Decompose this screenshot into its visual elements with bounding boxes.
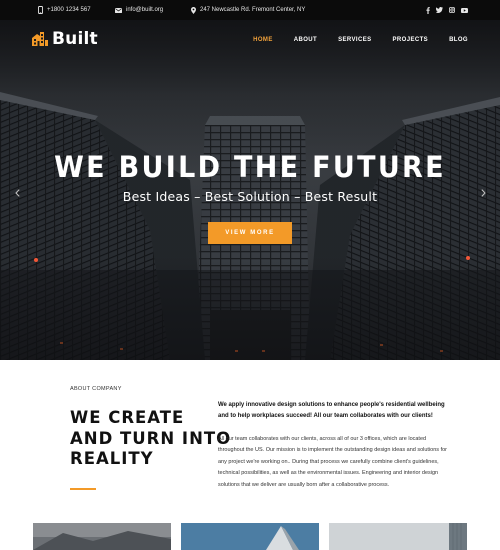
project-thumbnail[interactable] [181,523,319,550]
nav-item-blog[interactable]: BLOG [449,37,468,43]
brand-logo[interactable]: Built [31,29,98,49]
about-heading-line: AND TURN INTO [70,428,232,448]
project-image [181,523,319,550]
facebook-icon[interactable] [426,6,430,14]
twitter-icon[interactable] [436,7,443,13]
brand-name: Built [52,29,98,49]
instagram-icon[interactable] [449,7,455,13]
accent-divider [70,488,96,490]
main-menu: HOME ABOUT SERVICES PROJECTS BLOG [253,20,468,60]
top-info-bar: +1800 1234 567 info@built.org 247 Newcas… [0,0,500,20]
nav-item-about[interactable]: ABOUT [294,37,317,43]
social-links [426,0,468,20]
about-heading-line: WE CREATE [70,408,185,427]
main-navbar: Built HOME ABOUT SERVICES PROJECTS BLOG [0,20,500,60]
about-heading-line: REALITY [70,449,154,468]
hero-title: WE BUILD THE FUTURE [54,150,446,184]
phone-icon [38,6,43,14]
about-body-text: All our team collaborates with our clien… [218,436,447,488]
project-image [33,523,171,550]
email-contact[interactable]: info@built.org [115,0,163,20]
building-logo-icon [32,32,48,46]
project-thumbnail[interactable] [329,523,467,550]
address-text: 247 Newcastle Rd. Fremont Center, NY [200,7,306,13]
envelope-icon [115,7,122,13]
nav-item-projects[interactable]: PROJECTS [393,37,429,43]
project-image [329,523,467,550]
phone-contact[interactable]: +1800 1234 567 [38,0,91,20]
about-lead-text: We apply innovative design solutions to … [218,402,445,419]
address-contact[interactable]: 247 Newcastle Rd. Fremont Center, NY [191,0,305,20]
email-address: info@built.org [126,7,164,13]
about-heading: WE CREATE AND TURN INTO REALITY [70,408,232,470]
youtube-icon[interactable] [461,7,468,13]
map-pin-icon [191,6,196,14]
about-section-tag: ABOUT COMPANY [70,386,122,392]
view-more-button[interactable]: VIEW MORE [208,222,292,244]
nav-item-services[interactable]: SERVICES [338,37,371,43]
hero-subtitle: Best Ideas – Best Solution – Best Result [122,189,378,204]
project-thumbnail[interactable] [33,523,171,550]
hero-banner: Built HOME ABOUT SERVICES PROJECTS BLOG … [0,20,500,360]
phone-number: +1800 1234 567 [47,7,91,13]
nav-item-home[interactable]: HOME [253,37,273,43]
